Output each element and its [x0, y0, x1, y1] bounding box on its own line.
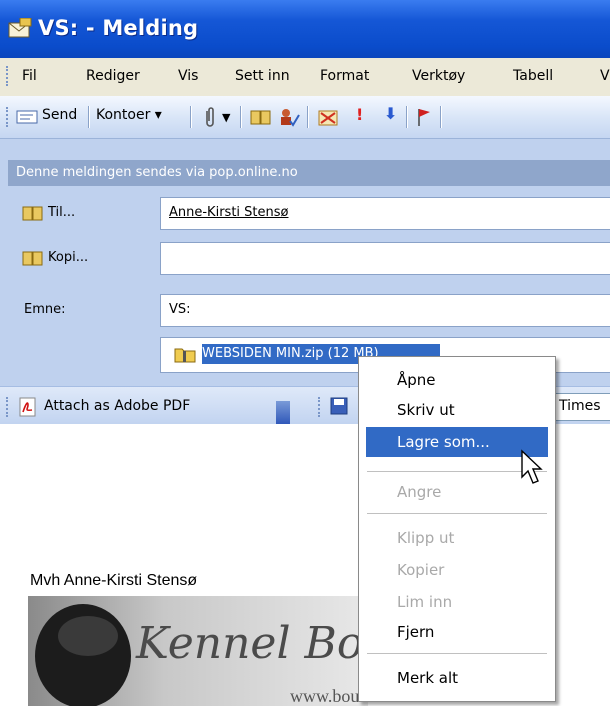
banner-url: www.bouvier.com — [290, 686, 368, 706]
pdf-toolbar-options-button[interactable] — [276, 401, 290, 425]
menu-undo: Angre — [397, 483, 442, 501]
send-button[interactable]: Send — [42, 107, 77, 123]
to-button[interactable]: Til... — [48, 205, 75, 220]
mouse-pointer-icon — [521, 449, 543, 484]
standard-toolbar: Send Kontoer ▾ ▼ ! ⬇ — [0, 96, 610, 139]
dog-photo — [35, 604, 131, 706]
menu-fil[interactable]: Fil — [22, 68, 37, 84]
flag-icon[interactable] — [416, 107, 432, 127]
options-icon[interactable] — [318, 107, 340, 127]
to-recipient[interactable]: Anne-Kirsti Stensø — [169, 205, 288, 220]
menu-bar: Fil Rediger Vis Sett inn Format Verktøy … — [0, 58, 610, 97]
font-selector[interactable]: Times — [554, 393, 610, 421]
to-field[interactable]: Anne-Kirsti Stensø — [160, 197, 610, 230]
attach-as-pdf-button[interactable]: Attach as Adobe PDF — [44, 398, 190, 414]
title-bar: VS: - Melding — [0, 0, 610, 58]
menu-print[interactable]: Skriv ut — [397, 401, 455, 419]
info-text: Denne meldingen sendes via pop.online.no — [16, 165, 298, 180]
menu-save-as[interactable]: Lagre som... — [397, 433, 490, 451]
adobe-pdf-icon — [19, 397, 36, 417]
paperclip-icon[interactable] — [202, 107, 216, 129]
window-title: VS: - Melding — [38, 16, 199, 40]
menu-open[interactable]: Åpne — [397, 371, 436, 389]
context-menu: Åpne Skriv ut Lagre som... Angre Klipp u… — [358, 356, 556, 702]
menu-sett-inn[interactable]: Sett inn — [235, 68, 290, 84]
high-importance-icon[interactable]: ! — [356, 105, 363, 124]
check-names-icon[interactable] — [278, 107, 300, 127]
to-address-book-icon — [22, 206, 43, 221]
menu-separator — [367, 513, 547, 514]
save-icon[interactable] — [330, 397, 348, 415]
menu-vis[interactable]: Vis — [178, 68, 198, 84]
cc-field[interactable] — [160, 242, 610, 275]
menu-paste: Lim inn — [397, 593, 453, 611]
zip-folder-icon — [174, 348, 196, 363]
info-bar: Denne meldingen sendes via pop.online.no — [8, 160, 610, 186]
menu-tabell[interactable]: Tabell — [513, 68, 553, 84]
menubar-grip[interactable] — [6, 66, 11, 86]
menu-format[interactable]: Format — [320, 68, 369, 84]
subject-label: Emne: — [24, 302, 66, 317]
menu-rediger[interactable]: Rediger — [86, 68, 140, 84]
cc-address-book-icon — [22, 251, 43, 266]
accounts-button[interactable]: Kontoer ▾ — [96, 107, 162, 123]
menu-remove[interactable]: Fjern — [397, 623, 434, 641]
attachment-name[interactable]: WEBSIDEN MIN.zip (12 MB) — [202, 346, 379, 361]
menu-verktoy[interactable]: Verktøy — [412, 68, 465, 84]
signature-text: Mvh Anne-Kirsti Stensø — [30, 572, 198, 589]
toolbar-grip[interactable] — [6, 107, 11, 127]
banner-title: Kennel Bo — [136, 618, 364, 669]
menu-copy: Kopier — [397, 561, 445, 579]
address-book-icon[interactable] — [250, 109, 272, 125]
menu-select-all[interactable]: Merk alt — [397, 669, 458, 687]
font-name: Times — [559, 398, 601, 414]
envelope-icon — [8, 18, 32, 38]
low-importance-icon[interactable]: ⬇ — [384, 104, 397, 123]
pdf-toolbar-grip[interactable] — [6, 397, 11, 417]
send-icon — [16, 110, 38, 124]
menu-separator — [367, 653, 547, 654]
menu-cut: Klipp ut — [397, 529, 455, 547]
subject-field[interactable]: VS: — [160, 294, 610, 327]
menu-vindu[interactable]: V — [600, 68, 610, 84]
subject-value: VS: — [169, 302, 191, 317]
kennel-banner-image: Kennel Bo www.bouvier.com — [28, 596, 368, 706]
cc-button[interactable]: Kopi... — [48, 250, 88, 265]
format-toolbar-grip[interactable] — [318, 397, 323, 417]
insert-dropdown-icon[interactable]: ▼ — [222, 111, 230, 124]
